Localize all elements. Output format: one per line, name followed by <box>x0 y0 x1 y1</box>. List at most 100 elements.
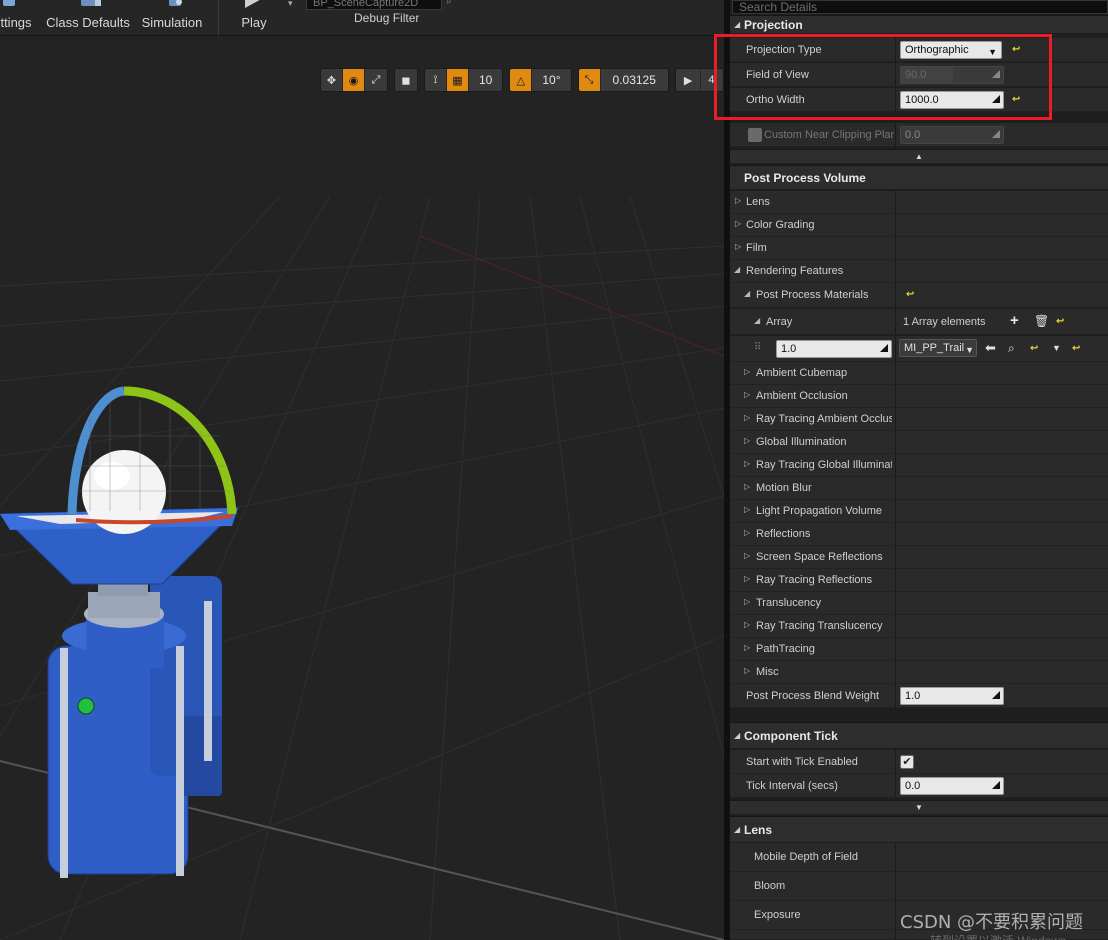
element-weight-field[interactable]: 1.0 <box>776 340 892 358</box>
lens-item-mobile-dof[interactable]: Mobile Depth of Field <box>730 843 1108 872</box>
world-space-button[interactable]: ◼ <box>395 69 417 91</box>
post-process-item-color-grading[interactable]: ▷ Color Grading <box>730 214 1108 237</box>
tick-interval-field[interactable]: 0.0 <box>900 777 1004 795</box>
projection-header[interactable]: ◢ Projection <box>730 15 1108 33</box>
camera-speed-value[interactable]: 4 <box>701 69 723 91</box>
viewport-scene[interactable] <box>0 36 724 940</box>
rendering-feature-item[interactable]: ▷ Reflections <box>730 523 1108 546</box>
post-process-item-lens[interactable]: ▷ Lens <box>730 191 1108 214</box>
expand-arrow-icon: ▷ <box>744 551 751 560</box>
expand-arrow-icon: ▷ <box>744 436 751 445</box>
surface-snap-button[interactable]: ⟟ <box>425 69 447 91</box>
lens-item-bloom[interactable]: Bloom <box>730 872 1108 901</box>
expand-advanced-button[interactable]: ▼ <box>730 800 1108 814</box>
browse-icon[interactable]: ⌕ <box>446 0 452 7</box>
simulation-button[interactable]: Simulation <box>140 0 204 36</box>
rendering-feature-item[interactable]: ▷ PathTracing <box>730 638 1108 661</box>
reset-to-default-icon[interactable]: ↩ <box>1012 94 1020 105</box>
expand-arrow-icon: ▷ <box>735 196 742 205</box>
post-process-item-rendering-features[interactable]: ◢ Rendering Features <box>730 260 1108 283</box>
rotation-snap-value[interactable]: 10° <box>532 69 570 91</box>
scale-snap-toggle[interactable]: ⤡ <box>578 69 601 91</box>
rendering-feature-label: PathTracing <box>756 643 815 655</box>
rotation-snap-toggle[interactable]: △ <box>510 69 533 91</box>
reset-to-default-icon[interactable]: ↩ <box>906 289 914 300</box>
post-process-volume-header[interactable]: Post Process Volume <box>730 165 1108 189</box>
component-tick-header[interactable]: ◢ Component Tick <box>730 722 1108 748</box>
reset-to-default-icon[interactable]: ↩ <box>1056 316 1064 327</box>
reset-to-default-icon[interactable]: ↩ <box>1030 343 1038 354</box>
column-divider <box>895 309 896 334</box>
grid-snap-toggle[interactable]: ▦ <box>447 69 469 91</box>
browse-search-icon[interactable]: ⌕ <box>1008 341 1015 356</box>
resize-corner-icon <box>992 70 1000 78</box>
rotate-tool-button[interactable]: ◉ <box>343 69 365 91</box>
play-button[interactable]: Play <box>232 0 276 36</box>
rendering-feature-item[interactable]: ▷ Ambient Occlusion <box>730 385 1108 408</box>
simulation-icon <box>169 0 182 6</box>
lens-header-label: Lens <box>744 823 773 837</box>
column-divider <box>895 592 896 614</box>
class-defaults-button[interactable]: Class Defaults <box>46 0 130 36</box>
scale-snap-value[interactable]: 0.03125 <box>601 69 668 91</box>
column-divider <box>895 283 896 307</box>
collapse-arrow-icon: ◢ <box>734 825 741 834</box>
custom-near-clipping-checkbox[interactable] <box>748 128 762 142</box>
add-element-icon[interactable]: + <box>1010 312 1019 329</box>
scale-tool-button[interactable]: ⤢ <box>365 69 387 91</box>
post-process-materials-row[interactable]: ◢ Post Process Materials ↩ <box>730 283 1108 308</box>
post-process-item-film[interactable]: ▷ Film <box>730 237 1108 260</box>
delete-all-icon[interactable]: 🗑 <box>1034 314 1049 328</box>
simulation-label: Simulation <box>141 15 203 30</box>
rendering-feature-item[interactable]: ▷ Global Illumination <box>730 431 1108 454</box>
scale-snap-group: ⤡ 0.03125 <box>577 68 669 92</box>
custom-near-clipping-value: 0.0 <box>905 129 921 141</box>
element-options-chevron-icon[interactable]: ▼ <box>1052 343 1061 353</box>
rendering-feature-item[interactable]: ▷ Ray Tracing Global Illumination <box>730 454 1108 477</box>
element-material-dropdown[interactable]: MI_PP_Trail ▼ <box>899 339 977 357</box>
column-divider <box>895 615 896 637</box>
rendering-feature-item[interactable]: ▷ Ray Tracing Reflections <box>730 569 1108 592</box>
column-divider <box>895 500 896 522</box>
drag-handle-icon[interactable]: ⠿ <box>754 342 761 353</box>
rendering-feature-item[interactable]: ▷ Screen Space Reflections <box>730 546 1108 569</box>
blend-weight-field[interactable]: 1.0 <box>900 687 1004 705</box>
fov-field[interactable]: 90.0 <box>900 66 1004 84</box>
level-viewport[interactable]: ✥ ◉ ⤢ ◼ ⟟ ▦ 10 △ 10° ⤡ 0.03125 ▶ 4 <box>0 36 724 940</box>
expand-arrow-icon: ▷ <box>744 643 751 652</box>
rendering-feature-label: Ray Tracing Translucency <box>756 620 883 632</box>
collapse-advanced-button[interactable]: ▲ <box>730 149 1108 163</box>
rendering-feature-item[interactable]: ▷ Motion Blur <box>730 477 1108 500</box>
post-process-materials-label: Post Process Materials <box>756 289 869 301</box>
settings-button[interactable]: ttings <box>0 0 38 36</box>
rendering-feature-item[interactable]: ▷ Ray Tracing Ambient Occlusion <box>730 408 1108 431</box>
rendering-feature-label: Ambient Occlusion <box>756 390 848 402</box>
use-selected-arrow-icon[interactable]: ⬅ <box>985 340 996 356</box>
custom-near-clipping-field[interactable]: 0.0 <box>900 126 1004 144</box>
capture-device-model[interactable] <box>0 386 240 878</box>
column-divider <box>895 843 896 871</box>
debug-filter-dropdown[interactable]: BP_SceneCapture2D <box>306 0 442 10</box>
grid-snap-value[interactable]: 10 <box>469 69 502 91</box>
rendering-feature-item[interactable]: ▷ Light Propagation Volume <box>730 500 1108 523</box>
ortho-width-field[interactable]: 1000.0 <box>900 91 1004 109</box>
blend-weight-label: Post Process Blend Weight <box>746 690 880 702</box>
watermark-text: CSDN @不要积累问题 <box>900 912 1084 933</box>
expand-arrow-icon: ▷ <box>744 413 751 422</box>
start-with-tick-checkbox[interactable]: ✔ <box>900 755 914 769</box>
rendering-feature-item[interactable]: ▷ Ambient Cubemap <box>730 362 1108 385</box>
rendering-feature-item[interactable]: ▷ Misc <box>730 661 1108 684</box>
reset-to-default-icon[interactable]: ↩ <box>1072 343 1080 354</box>
projection-type-dropdown[interactable]: Orthographic ▼ <box>900 41 1002 59</box>
rendering-feature-item[interactable]: ▷ Translucency <box>730 592 1108 615</box>
lens-header[interactable]: ◢ Lens <box>730 816 1108 842</box>
play-options-chevron-icon[interactable]: ▾ <box>288 0 293 9</box>
lens-item-label: Exposure <box>754 909 801 921</box>
camera-speed-button[interactable]: ▶ <box>676 69 702 91</box>
translate-tool-button[interactable]: ✥ <box>321 69 343 91</box>
search-details-input[interactable]: Search Details <box>732 0 1108 14</box>
reset-to-default-icon[interactable]: ↩ <box>1012 44 1020 55</box>
array-row[interactable]: ◢ Array 1 Array elements + 🗑 ↩ <box>730 309 1108 335</box>
rendering-feature-item[interactable]: ▷ Ray Tracing Translucency <box>730 615 1108 638</box>
element-weight-value: 1.0 <box>781 343 797 355</box>
